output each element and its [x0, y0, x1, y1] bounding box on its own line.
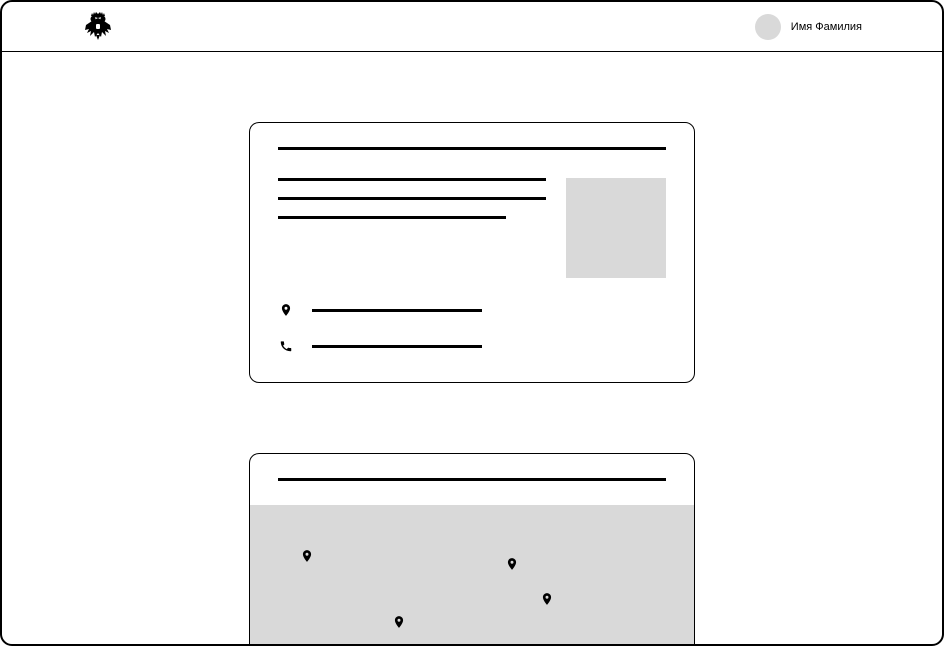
text-line: [278, 178, 546, 181]
card-body: [278, 178, 666, 278]
map-card-title-placeholder: [278, 478, 666, 481]
phone-placeholder: [312, 345, 482, 348]
text-line: [278, 216, 506, 219]
phone-row: [278, 338, 666, 354]
map-pin-icon[interactable]: [300, 547, 314, 565]
description-lines: [278, 178, 546, 278]
address-placeholder: [312, 309, 482, 312]
location-pin-icon: [278, 302, 294, 318]
image-placeholder: [566, 178, 666, 278]
card-title-placeholder: [278, 147, 666, 150]
address-row: [278, 302, 666, 318]
info-card: [249, 122, 695, 383]
username: Имя Фамилия: [791, 21, 862, 33]
user-info[interactable]: Имя Фамилия: [755, 14, 862, 40]
app-frame: Имя Фамилия: [0, 0, 944, 646]
text-line: [278, 197, 546, 200]
eagle-emblem-icon: [82, 11, 114, 43]
avatar: [755, 14, 781, 40]
map-pin-icon[interactable]: [505, 555, 519, 573]
logo[interactable]: [82, 11, 114, 43]
phone-icon: [278, 338, 294, 354]
content-area: [2, 52, 942, 646]
map-pin-icon[interactable]: [392, 613, 406, 631]
map-area[interactable]: [250, 505, 694, 646]
header: Имя Фамилия: [2, 2, 942, 52]
map-card: [249, 453, 695, 646]
map-pin-icon[interactable]: [540, 590, 554, 608]
